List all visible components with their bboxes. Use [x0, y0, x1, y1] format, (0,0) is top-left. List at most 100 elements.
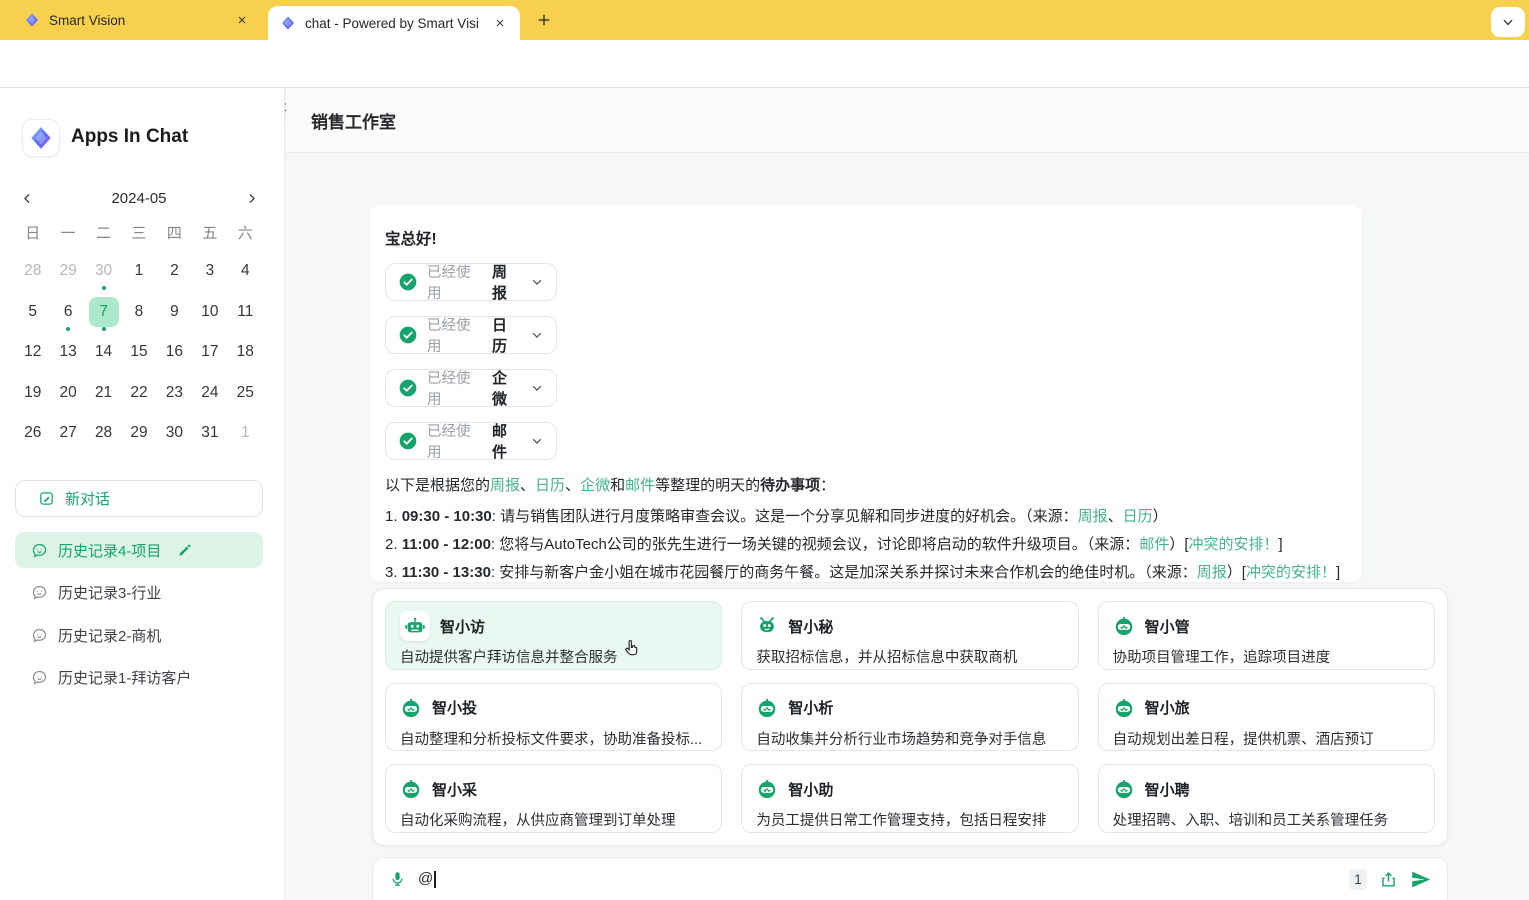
- close-icon[interactable]: [491, 15, 508, 32]
- used-tool-button-企微[interactable]: 已经使用企微: [385, 369, 557, 407]
- chevron-down-icon[interactable]: [530, 434, 544, 448]
- calendar-day-number[interactable]: 13: [53, 337, 83, 367]
- inline-link[interactable]: 冲突的安排！: [1189, 536, 1279, 553]
- calendar-day[interactable]: 11: [228, 297, 263, 338]
- calendar-day-number[interactable]: 5: [18, 297, 48, 327]
- used-tool-button-周报[interactable]: 已经使用周报: [385, 263, 557, 301]
- calendar-day-number[interactable]: 30: [89, 256, 119, 286]
- inline-link[interactable]: 冲突的安排！: [1246, 564, 1336, 581]
- calendar-day[interactable]: 19: [15, 378, 50, 419]
- calendar-day[interactable]: 7: [86, 297, 121, 338]
- edit-pencil-icon[interactable]: [177, 542, 193, 558]
- calendar-day[interactable]: 17: [192, 337, 227, 378]
- calendar-day[interactable]: 5: [15, 297, 50, 338]
- calendar-day-number[interactable]: 9: [159, 297, 189, 327]
- calendar-day-number[interactable]: 15: [124, 337, 154, 367]
- calendar-day[interactable]: 26: [15, 418, 50, 459]
- agent-card-智小秘[interactable]: 智小秘获取招标信息，并从招标信息中获取商机: [741, 601, 1078, 670]
- calendar-day-number[interactable]: 29: [53, 256, 83, 286]
- agent-card-智小析[interactable]: 智小析自动收集并分析行业市场趋势和竞争对手信息: [741, 683, 1078, 752]
- calendar-day[interactable]: 20: [50, 378, 85, 419]
- chevron-down-icon[interactable]: [530, 381, 544, 395]
- close-icon[interactable]: [233, 12, 250, 29]
- calendar-day[interactable]: 1: [228, 418, 263, 459]
- calendar-day-number[interactable]: 22: [124, 378, 154, 408]
- calendar-day[interactable]: 13: [50, 337, 85, 378]
- calendar-day-number[interactable]: 28: [89, 418, 119, 448]
- chat-input-bar[interactable]: @ 1: [372, 857, 1448, 900]
- calendar-day-number[interactable]: 10: [195, 297, 225, 327]
- calendar-day-number[interactable]: 19: [18, 378, 48, 408]
- calendar-day[interactable]: 3: [192, 256, 227, 297]
- calendar-day-number[interactable]: 17: [195, 337, 225, 367]
- calendar-day-number[interactable]: 21: [89, 378, 119, 408]
- agent-card-智小管[interactable]: 智小管协助项目管理工作，追踪项目进度: [1098, 601, 1435, 670]
- tab-search-button[interactable]: [1491, 7, 1525, 37]
- used-tool-button-邮件[interactable]: 已经使用邮件: [385, 422, 557, 460]
- calendar-day[interactable]: 29: [121, 418, 156, 459]
- calendar-day-number[interactable]: 1: [230, 418, 260, 448]
- calendar-day[interactable]: 8: [121, 297, 156, 338]
- tab-chat-active[interactable]: chat - Powered by Smart Visi: [268, 6, 520, 40]
- calendar-day[interactable]: 14: [86, 337, 121, 378]
- calendar-next-icon[interactable]: [239, 186, 263, 210]
- calendar-day[interactable]: 31: [192, 418, 227, 459]
- calendar-day-number[interactable]: 27: [53, 418, 83, 448]
- agent-card-智小助[interactable]: 智小助为员工提供日常工作管理支持，包括日程安排: [741, 764, 1078, 833]
- calendar-day[interactable]: 12: [15, 337, 50, 378]
- calendar-day-number[interactable]: 23: [159, 378, 189, 408]
- inline-link[interactable]: 日历: [535, 477, 565, 494]
- agent-card-智小访[interactable]: 智小访自动提供客户拜访信息并整合服务: [385, 601, 722, 670]
- agent-card-智小采[interactable]: 智小采自动化采购流程，从供应商管理到订单处理: [385, 764, 722, 833]
- calendar-day-number[interactable]: 3: [195, 256, 225, 286]
- calendar-day-number[interactable]: 8: [124, 297, 154, 327]
- history-item-4[interactable]: 历史记录4-项目: [15, 532, 263, 568]
- history-item-1[interactable]: 历史记录1-拜访客户: [15, 660, 263, 696]
- calendar-day-number[interactable]: 31: [195, 418, 225, 448]
- calendar-day[interactable]: 21: [86, 378, 121, 419]
- calendar-day[interactable]: 24: [192, 378, 227, 419]
- chevron-down-icon[interactable]: [530, 328, 544, 342]
- calendar-day[interactable]: 29: [50, 256, 85, 297]
- agent-card-智小投[interactable]: 智小投自动整理和分析投标文件要求，协助准备投标...: [385, 683, 722, 752]
- calendar-day[interactable]: 10: [192, 297, 227, 338]
- calendar-day[interactable]: 9: [157, 297, 192, 338]
- calendar-day-number[interactable]: 25: [230, 378, 260, 408]
- calendar-day[interactable]: 28: [86, 418, 121, 459]
- calendar-day[interactable]: 18: [228, 337, 263, 378]
- history-item-2[interactable]: 历史记录2-商机: [15, 617, 263, 653]
- calendar-day[interactable]: 27: [50, 418, 85, 459]
- calendar-day-number[interactable]: 29: [124, 418, 154, 448]
- inline-link[interactable]: 日历: [1123, 508, 1153, 525]
- calendar-day-number[interactable]: 1: [124, 256, 154, 286]
- new-tab-button[interactable]: [532, 8, 556, 32]
- calendar-day-number[interactable]: 18: [230, 337, 260, 367]
- calendar-day-selected[interactable]: 7: [89, 297, 119, 327]
- calendar-day-number[interactable]: 16: [159, 337, 189, 367]
- calendar-day-number[interactable]: 4: [230, 256, 260, 286]
- calendar-day-number[interactable]: 20: [53, 378, 83, 408]
- calendar-day[interactable]: 16: [157, 337, 192, 378]
- calendar-day[interactable]: 2: [157, 256, 192, 297]
- calendar-day-number[interactable]: 12: [18, 337, 48, 367]
- calendar-day-number[interactable]: 28: [18, 256, 48, 286]
- send-icon[interactable]: [1410, 869, 1431, 890]
- history-item-3[interactable]: 历史记录3-行业: [15, 575, 263, 611]
- calendar-day[interactable]: 23: [157, 378, 192, 419]
- microphone-icon[interactable]: [389, 869, 406, 889]
- calendar-day[interactable]: 22: [121, 378, 156, 419]
- agent-card-智小旅[interactable]: 智小旅自动规划出差日程，提供机票、酒店预订: [1098, 683, 1435, 752]
- calendar-day[interactable]: 6: [50, 297, 85, 338]
- new-chat-button[interactable]: 新对话: [15, 480, 263, 517]
- calendar-day-number[interactable]: 30: [159, 418, 189, 448]
- calendar-day-number[interactable]: 14: [89, 337, 119, 367]
- tab-smart-vision[interactable]: Smart Vision: [14, 0, 260, 40]
- calendar-day-number[interactable]: 2: [159, 256, 189, 286]
- calendar-day-number[interactable]: 6: [53, 297, 83, 327]
- used-tool-button-日历[interactable]: 已经使用日历: [385, 316, 557, 354]
- inline-link[interactable]: 邮件: [625, 477, 655, 494]
- calendar-day[interactable]: 30: [157, 418, 192, 459]
- calendar-day[interactable]: 15: [121, 337, 156, 378]
- inline-link[interactable]: 邮件: [1139, 536, 1169, 553]
- calendar-day[interactable]: 4: [228, 256, 263, 297]
